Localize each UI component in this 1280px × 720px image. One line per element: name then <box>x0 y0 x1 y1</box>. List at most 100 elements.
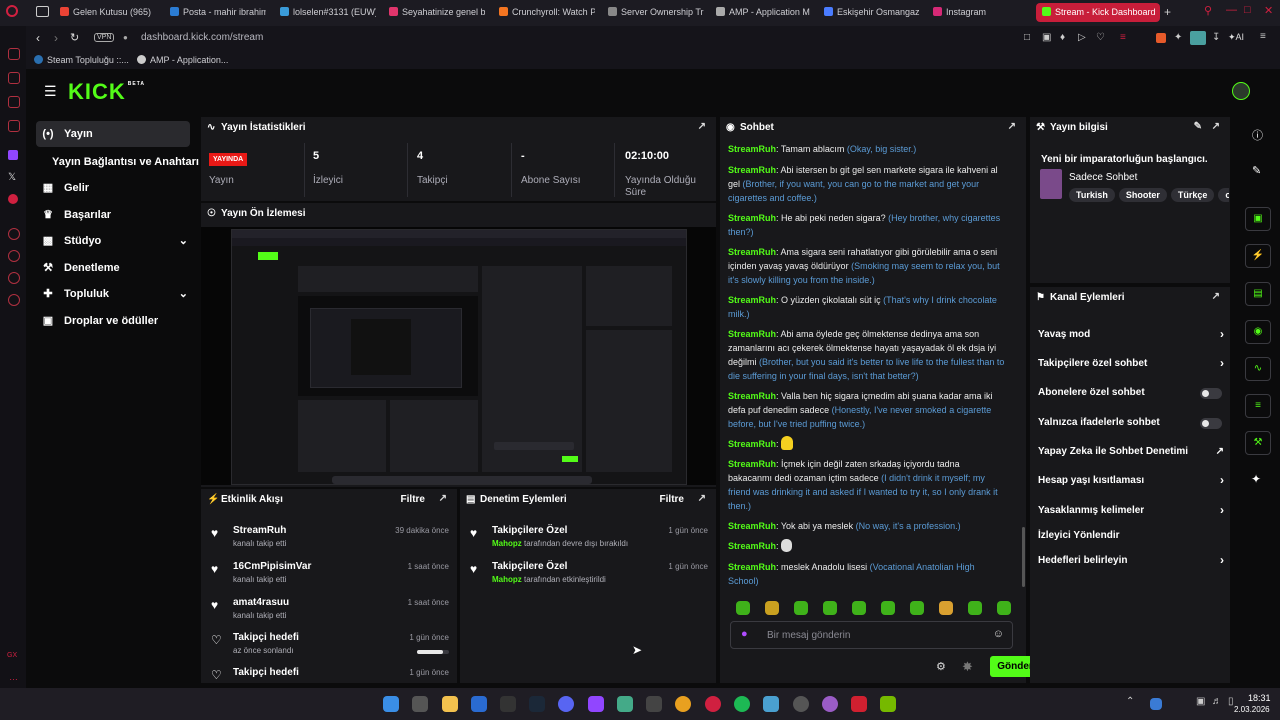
stream-preview-video[interactable] <box>201 227 716 485</box>
file-explorer-icon[interactable] <box>442 696 458 712</box>
tab-crunchyroll[interactable]: Crunchyroll: Watch P <box>499 3 595 22</box>
volume-icon[interactable]: ♬ <box>1212 696 1222 707</box>
tab-kick-dashboard[interactable]: Stream - Kick Dashboard <box>1036 3 1160 22</box>
opera-logo-icon[interactable] <box>6 5 18 17</box>
app-icon[interactable] <box>500 696 516 712</box>
popout-icon[interactable]: ↗ <box>1008 121 1016 132</box>
steam-icon[interactable] <box>529 696 545 712</box>
tab-server[interactable]: Server Ownership Tr <box>608 3 704 22</box>
spotify-icon[interactable] <box>734 696 750 712</box>
popout-icon[interactable]: ↗ <box>1212 121 1220 132</box>
chat-input[interactable]: ● Bir mesaj gönderin ☺ <box>730 621 1013 649</box>
action-raid[interactable]: İzleyici Yönlendir <box>1038 530 1224 550</box>
tab-instagram[interactable]: Instagram <box>933 3 1023 22</box>
download-icon[interactable]: ↧ <box>1212 32 1220 43</box>
maximize-icon[interactable]: □ <box>1244 4 1251 16</box>
extension-icon[interactable] <box>1156 33 1166 43</box>
snapshot-icon[interactable]: ▣ <box>1042 32 1051 43</box>
tool-clip-button[interactable]: ▣ <box>1245 207 1271 231</box>
twitch-icon[interactable] <box>8 150 18 160</box>
sidebar-app-icon[interactable] <box>8 294 20 306</box>
emote-icon[interactable] <box>910 601 924 615</box>
tool-wrench-button[interactable]: ⚒ <box>1245 431 1271 455</box>
pencil-icon[interactable]: ✎ <box>1252 164 1261 177</box>
toggle-switch[interactable] <box>1200 388 1222 399</box>
sidebar-app-icon[interactable] <box>8 48 20 60</box>
back-icon[interactable]: ‹ <box>36 31 40 45</box>
emote-icon[interactable] <box>765 601 779 615</box>
tab-amp[interactable]: AMP - Application M <box>716 3 812 22</box>
discord-icon[interactable] <box>558 696 574 712</box>
tag-chip[interactable]: Turkish <box>1069 188 1115 202</box>
nav-item-droplar[interactable]: ▣ Droplar ve ödüller <box>40 308 158 334</box>
popout-icon[interactable]: ↗ <box>439 493 447 504</box>
tab-overview-icon[interactable] <box>36 6 49 17</box>
avatar[interactable] <box>1232 82 1250 100</box>
more-icon[interactable]: … <box>9 672 18 682</box>
sidebar-app-icon[interactable] <box>8 96 20 108</box>
puzzle-icon[interactable]: ✦ <box>1251 472 1261 486</box>
ai-button[interactable]: ✦AI <box>1228 32 1244 43</box>
twitch-icon[interactable] <box>588 696 604 712</box>
search-tabs-icon[interactable]: ⚲ <box>1204 4 1212 17</box>
nav-item-gelir[interactable]: ▦ Gelir <box>40 175 89 201</box>
puzzle-icon[interactable]: ✦ <box>1174 32 1182 43</box>
moderator-name[interactable]: Mahopz <box>492 575 522 584</box>
category-name[interactable]: Sadece Sohbet <box>1069 172 1137 183</box>
nvidia-icon[interactable] <box>880 696 896 712</box>
shield-icon[interactable]: ♦ <box>1060 32 1065 43</box>
filter-button[interactable]: Filtre <box>660 494 684 505</box>
hamburger-menu-icon[interactable]: ☰ <box>44 83 57 100</box>
badge-icon[interactable]: ✸ <box>962 659 973 675</box>
emoji-icon[interactable]: ☺ <box>993 628 1004 640</box>
tool-broadcast-button[interactable]: ∿ <box>1245 357 1271 381</box>
microphone-icon[interactable]: ● <box>741 628 748 640</box>
moderator-name[interactable]: Mahopz <box>492 539 522 548</box>
tab-lolselen[interactable]: lolselen#3131 (EUW) <box>280 3 376 22</box>
url-field[interactable]: dashboard.kick.com/stream <box>141 32 263 43</box>
heart-toolbar-icon[interactable]: ♡ <box>1096 32 1105 43</box>
app-icon[interactable] <box>763 696 779 712</box>
nav-item-basarilar[interactable]: ♛ Başarılar <box>40 202 111 228</box>
settings-icon[interactable]: ⚙ <box>936 660 946 673</box>
action-slow-mode[interactable]: Yavaş mod › <box>1038 327 1224 349</box>
sidebar-app-icon[interactable] <box>8 72 20 84</box>
action-followers-only[interactable]: Takipçilere özel sohbet › <box>1038 356 1224 378</box>
chrome-icon[interactable] <box>675 696 691 712</box>
app-icon[interactable] <box>646 696 662 712</box>
emote-icon[interactable] <box>794 601 808 615</box>
app-icon[interactable] <box>617 696 633 712</box>
task-view-icon[interactable] <box>412 696 428 712</box>
info-icon[interactable]: ⓘ <box>1252 127 1263 143</box>
action-ai-moderation[interactable]: Yapay Zeka ile Sohbet Denetimi ↗ <box>1038 446 1224 466</box>
tool-chat-button[interactable]: ◉ <box>1245 320 1271 344</box>
popout-icon[interactable]: ↗ <box>698 121 706 132</box>
network-icon[interactable]: ▣ <box>1196 696 1205 707</box>
tool-document-button[interactable]: ▤ <box>1245 282 1271 306</box>
opera-gx-icon[interactable] <box>705 696 721 712</box>
clock-date[interactable]: 2.03.2026 <box>1234 705 1270 714</box>
x-icon[interactable]: 𝕏 <box>8 172 16 183</box>
tab-seyahat[interactable]: Seyahatinize genel b <box>389 3 485 22</box>
sidebar-app-icon[interactable] <box>8 120 20 132</box>
kick-logo[interactable]: KICK BETA <box>68 79 145 105</box>
tag-chip[interactable]: o <box>1218 188 1229 202</box>
tray-chevron-icon[interactable]: ⌃ <box>1126 696 1134 707</box>
sidebar-app-icon[interactable] <box>8 250 20 262</box>
nav-item-topluluk[interactable]: ✚ Topluluk ⌄ <box>40 281 188 307</box>
app-icon[interactable] <box>822 696 838 712</box>
sidebar-app-icon[interactable] <box>8 272 20 284</box>
bookmark-steam[interactable]: Steam Topluluğu ::... <box>34 55 129 65</box>
tag-chip[interactable]: Türkçe <box>1170 188 1215 202</box>
edit-icon[interactable]: ✎ <box>1194 121 1202 132</box>
toggle-switch[interactable] <box>1200 418 1222 429</box>
bookmark-amp[interactable]: AMP - Application... <box>137 55 228 65</box>
tray-app-icon[interactable] <box>1150 698 1162 710</box>
nav-item-denetleme[interactable]: ⚒ Denetleme <box>40 255 120 281</box>
tag-chip[interactable]: Shooter <box>1118 188 1167 202</box>
profile-icon[interactable] <box>1190 31 1206 45</box>
reload-icon[interactable]: ↻ <box>70 31 79 44</box>
app-icon[interactable] <box>793 696 809 712</box>
battery-icon[interactable]: ▯ <box>1228 696 1234 707</box>
sidebar-app-icon[interactable] <box>8 228 20 240</box>
